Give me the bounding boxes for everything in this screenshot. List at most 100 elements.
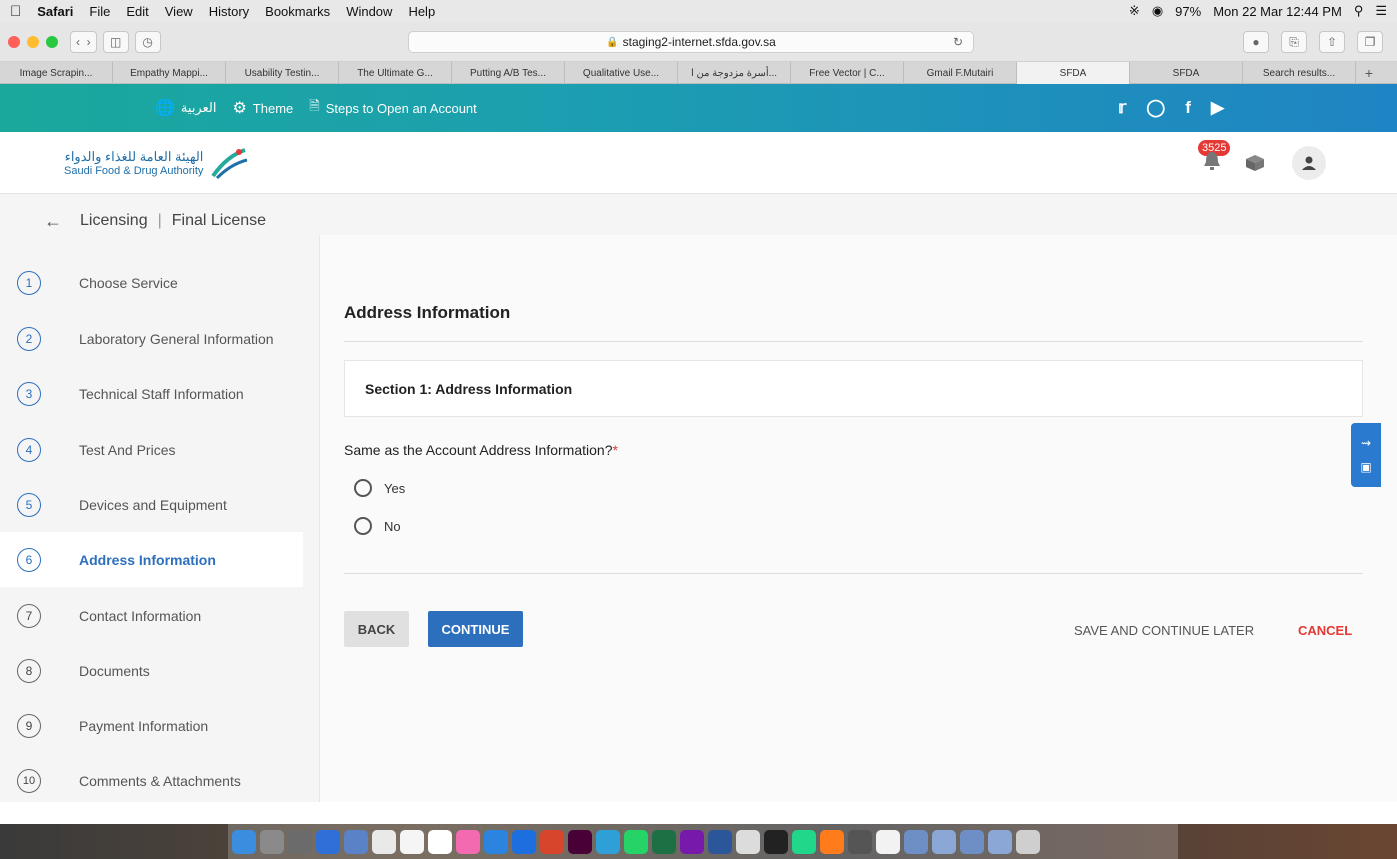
extension-icon[interactable]: ● [1243, 31, 1269, 53]
package-icon[interactable] [1244, 154, 1266, 172]
step-technical-staff[interactable]: 3 Technical Staff Information [17, 366, 320, 421]
terminal-icon[interactable] [764, 829, 788, 854]
step-address-information[interactable]: 6 Address Information [0, 532, 303, 587]
music-icon[interactable] [456, 829, 480, 854]
twitter-icon[interactable]: 𝕣 [1118, 98, 1126, 118]
pycharm-icon[interactable] [792, 829, 816, 854]
new-tab-button[interactable]: + [1356, 62, 1382, 83]
menu-window[interactable]: Window [346, 4, 392, 19]
close-window-button[interactable] [8, 35, 20, 48]
menu-edit[interactable]: Edit [126, 4, 148, 19]
tab-usability-testing[interactable]: Usability Testin... [226, 62, 339, 84]
tab-ultimate-guide[interactable]: The Ultimate G... [339, 62, 452, 84]
zoom-window-button[interactable] [46, 35, 58, 48]
radio-yes[interactable]: Yes [354, 479, 405, 497]
script-editor-icon[interactable] [736, 829, 760, 854]
steps-link[interactable]: 🗎 Steps to Open an Account [309, 97, 477, 119]
bluetooth-icon[interactable]: ※ [1129, 3, 1140, 19]
step-choose-service[interactable]: 1 Choose Service [17, 255, 320, 310]
address-bar[interactable]: 🔒 staging2-internet.sfda.gov.sa ↻ [408, 31, 974, 53]
tab-gmail[interactable]: Gmail F.Mutairi [904, 62, 1017, 84]
tab-image-scraping[interactable]: Image Scrapin... [0, 62, 113, 84]
onenote-icon[interactable] [680, 829, 704, 854]
compass-icon[interactable] [512, 829, 536, 854]
safari-icon[interactable] [316, 829, 340, 854]
document-icon[interactable] [876, 829, 900, 854]
theme-toggle[interactable]: ⚙ Theme [232, 98, 293, 118]
radio-circle[interactable] [354, 479, 372, 497]
preview-icon[interactable] [344, 829, 368, 854]
system-prefs-icon[interactable] [288, 829, 312, 854]
launchpad-icon[interactable] [260, 829, 284, 854]
back-button[interactable]: BACK [344, 611, 409, 647]
mail-icon[interactable] [484, 829, 508, 854]
xd-icon[interactable] [568, 829, 592, 854]
firefox-icon[interactable] [820, 829, 844, 854]
tab-sfda-active[interactable]: SFDA [1017, 62, 1130, 84]
trash-icon[interactable] [1016, 829, 1040, 854]
activity-monitor-icon[interactable] [848, 829, 872, 854]
affinity-icon[interactable] [596, 829, 620, 854]
excel-icon[interactable] [652, 829, 676, 854]
battery-level[interactable]: 97% [1175, 4, 1201, 19]
facebook-icon[interactable]: f [1185, 98, 1191, 118]
calendar-icon[interactable] [428, 829, 452, 854]
step-comments-attachments[interactable]: 10 Comments & Attachments [17, 753, 320, 808]
notes-icon[interactable] [372, 829, 396, 854]
powerpoint-icon[interactable] [540, 829, 564, 854]
menu-help[interactable]: Help [408, 4, 435, 19]
chat-icon[interactable]: ▣ [1360, 460, 1371, 474]
step-payment-information[interactable]: 9 Payment Information [17, 698, 320, 753]
wifi-icon[interactable]: ◉ [1152, 3, 1163, 19]
menu-bookmarks[interactable]: Bookmarks [265, 4, 330, 19]
cancel-button[interactable]: CANCEL [1298, 623, 1352, 638]
control-center-icon[interactable]: ☰ [1375, 3, 1387, 19]
tab-empathy-mapping[interactable]: Empathy Mappi... [113, 62, 226, 84]
tab-arabic-beds[interactable]: أسرة مزدوجة من ا... [678, 62, 791, 84]
breadcrumb-section[interactable]: Licensing [80, 212, 148, 230]
back-forward-buttons[interactable]: ‹ › [70, 30, 97, 53]
reload-icon[interactable]: ↻ [953, 35, 963, 49]
window-thumb-icon[interactable] [904, 829, 928, 854]
step-test-prices[interactable]: 4 Test And Prices [17, 422, 320, 477]
step-devices-equipment[interactable]: 5 Devices and Equipment [17, 477, 320, 532]
print-icon[interactable]: ⎘ [1281, 31, 1307, 53]
menu-file[interactable]: File [89, 4, 110, 19]
radio-no[interactable]: No [354, 517, 401, 535]
feedback-floating-tab[interactable]: ⇝ ▣ [1351, 423, 1381, 487]
step-laboratory-general[interactable]: 2 Laboratory General Information [17, 311, 320, 366]
save-continue-later-button[interactable]: SAVE AND CONTINUE LATER [1074, 623, 1254, 638]
sidebar-icon[interactable]: ◫ [102, 30, 129, 53]
word-icon[interactable] [708, 829, 732, 854]
tab-ab-testing[interactable]: Putting A/B Tes... [452, 62, 565, 84]
window-thumb-icon[interactable] [960, 829, 984, 854]
clock[interactable]: Mon 22 Mar 12:44 PM [1213, 4, 1342, 19]
tab-search-results[interactable]: Search results... [1243, 62, 1356, 84]
minimize-window-button[interactable] [27, 35, 39, 48]
menu-app[interactable]: Safari [37, 4, 73, 19]
step-contact-information[interactable]: 7 Contact Information [17, 588, 320, 643]
tab-qualitative-user[interactable]: Qualitative Use... [565, 62, 678, 84]
apple-icon[interactable]:  [10, 3, 21, 20]
instagram-icon[interactable]: ◯ [1146, 98, 1165, 118]
whatsapp-icon[interactable] [624, 829, 648, 854]
tab-free-vector[interactable]: Free Vector | C... [791, 62, 904, 84]
tabs-overview-icon[interactable]: ❐ [1357, 31, 1383, 53]
sfda-logo[interactable]: الهيئة العامة للغذاء والدواء Saudi Food … [64, 146, 249, 180]
back-arrow-icon[interactable]: ← [44, 211, 62, 232]
window-thumb-icon[interactable] [988, 829, 1012, 854]
history-icon[interactable]: ◷ [134, 30, 161, 53]
accessibility-icon[interactable]: ⇝ [1361, 436, 1371, 450]
textedit-icon[interactable] [400, 829, 424, 854]
share-icon[interactable]: ⇧ [1319, 31, 1345, 53]
language-switch[interactable]: 🌐 العربية [155, 98, 216, 118]
avatar[interactable] [1292, 146, 1326, 180]
menu-history[interactable]: History [209, 4, 249, 19]
menu-view[interactable]: View [165, 4, 193, 19]
spotlight-icon[interactable]: ⚲ [1354, 3, 1364, 19]
window-thumb-icon[interactable] [932, 829, 956, 854]
youtube-icon[interactable]: ▶ [1211, 98, 1224, 118]
tab-sfda[interactable]: SFDA [1130, 62, 1243, 84]
continue-button[interactable]: CONTINUE [428, 611, 523, 647]
radio-circle[interactable] [354, 517, 372, 535]
